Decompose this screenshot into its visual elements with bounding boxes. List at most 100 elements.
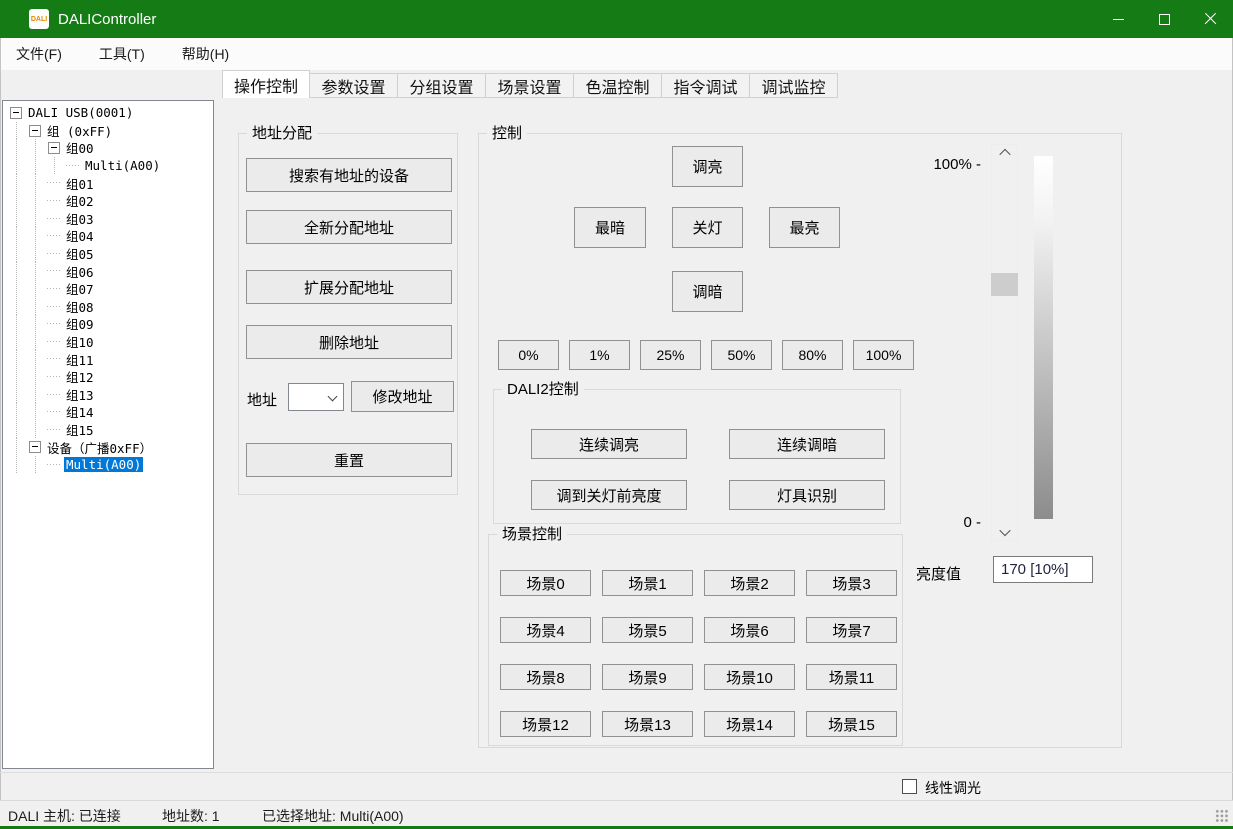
tree-guide-line: [7, 280, 26, 298]
device-tree[interactable]: DALI USB(0001)组 (0xFF)组00Multi(A00)组01组0…: [2, 100, 214, 769]
collapse-icon[interactable]: [45, 139, 64, 157]
tree-item[interactable]: 组03: [7, 210, 213, 228]
tab[interactable]: 指令调试: [662, 73, 750, 98]
address-action-button[interactable]: 删除地址: [246, 325, 452, 359]
tree-guide-line: [26, 262, 45, 280]
percent-button[interactable]: 80%: [782, 340, 843, 370]
scene-button[interactable]: 场景7: [806, 617, 897, 643]
scene-button[interactable]: 场景9: [602, 664, 693, 690]
dim-button[interactable]: 调暗: [672, 271, 743, 312]
scene-button[interactable]: 场景14: [704, 711, 795, 737]
tree-item-label: 组02: [64, 191, 96, 210]
brightness-scrollbar[interactable]: [991, 144, 1018, 541]
tab[interactable]: 操作控制: [222, 70, 310, 98]
tree-item[interactable]: 组06: [7, 262, 213, 280]
dali2-action-button[interactable]: 连续调亮: [531, 429, 687, 459]
tree-guide-line: [26, 368, 45, 386]
tree-connector: [45, 368, 64, 386]
minimize-button[interactable]: [1095, 0, 1141, 38]
tree-item[interactable]: 设备（广播0xFF）: [7, 438, 213, 456]
scene-button[interactable]: 场景11: [806, 664, 897, 690]
tree-item[interactable]: 组10: [7, 333, 213, 351]
scene-button[interactable]: 场景3: [806, 570, 897, 596]
percent-button[interactable]: 1%: [569, 340, 630, 370]
menu-item[interactable]: 工具(T): [86, 39, 158, 69]
tree-item[interactable]: 组15: [7, 421, 213, 439]
scene-button[interactable]: 场景6: [704, 617, 795, 643]
scene-button[interactable]: 场景0: [500, 570, 591, 596]
percent-button[interactable]: 25%: [640, 340, 701, 370]
resize-grip[interactable]: [1215, 809, 1229, 823]
percent-button[interactable]: 0%: [498, 340, 559, 370]
scene-button[interactable]: 场景15: [806, 711, 897, 737]
tree-guide-line: [26, 386, 45, 404]
reset-button[interactable]: 重置: [246, 443, 452, 477]
tree-item[interactable]: 组11: [7, 350, 213, 368]
tree-item[interactable]: 组04: [7, 227, 213, 245]
brighten-button[interactable]: 调亮: [672, 146, 743, 187]
scene-button[interactable]: 场景2: [704, 570, 795, 596]
chevron-down-icon: [999, 525, 1010, 536]
collapse-icon[interactable]: [7, 104, 26, 122]
tree-guide-line: [26, 403, 45, 421]
scene-button[interactable]: 场景12: [500, 711, 591, 737]
scene-button[interactable]: 场景8: [500, 664, 591, 690]
tree-item[interactable]: 组01: [7, 174, 213, 192]
tree-item[interactable]: 组09: [7, 315, 213, 333]
tree-guide-line: [26, 421, 45, 439]
tree-connector: [45, 192, 64, 210]
tree-item[interactable]: 组14: [7, 403, 213, 421]
maximize-button[interactable]: [1141, 0, 1187, 38]
tree-item[interactable]: 组12: [7, 368, 213, 386]
tree-item[interactable]: Multi(A00): [7, 456, 213, 474]
light-off-button[interactable]: 关灯: [672, 207, 743, 248]
menu-item[interactable]: 帮助(H): [169, 39, 242, 69]
scroll-up-button[interactable]: [991, 144, 1018, 162]
address-combobox[interactable]: [288, 383, 344, 411]
scene-button[interactable]: 场景4: [500, 617, 591, 643]
dali2-action-button[interactable]: 连续调暗: [729, 429, 885, 459]
menu-item[interactable]: 文件(F): [3, 39, 75, 69]
scene-button[interactable]: 场景10: [704, 664, 795, 690]
tab[interactable]: 色温控制: [574, 73, 662, 98]
tree-item-label: 组12: [64, 367, 96, 386]
percent-button[interactable]: 50%: [711, 340, 772, 370]
address-action-button[interactable]: 搜索有地址的设备: [246, 158, 452, 192]
scene-button[interactable]: 场景13: [602, 711, 693, 737]
tree-guide-line: [26, 333, 45, 351]
tree-item[interactable]: DALI USB(0001): [7, 104, 213, 122]
dimmest-button[interactable]: 最暗: [574, 207, 646, 248]
scene-button[interactable]: 场景5: [602, 617, 693, 643]
tree-item[interactable]: 组00: [7, 139, 213, 157]
tree-connector: [45, 386, 64, 404]
tree-item-label: 组00: [64, 138, 96, 157]
scrollbar-thumb[interactable]: [991, 273, 1018, 296]
minimize-icon: [1113, 19, 1124, 20]
address-action-button[interactable]: 扩展分配地址: [246, 270, 452, 304]
scene-button[interactable]: 场景1: [602, 570, 693, 596]
collapse-icon[interactable]: [26, 122, 45, 140]
tree-item[interactable]: Multi(A00): [7, 157, 213, 175]
close-button[interactable]: [1187, 0, 1233, 38]
tree-item[interactable]: 组02: [7, 192, 213, 210]
dali2-action-button[interactable]: 灯具识别: [729, 480, 885, 510]
brightest-button[interactable]: 最亮: [769, 207, 840, 248]
tree-item[interactable]: 组05: [7, 245, 213, 263]
tree-connector: [45, 227, 64, 245]
tab[interactable]: 调试监控: [750, 73, 838, 98]
linear-dimming-checkbox[interactable]: [902, 779, 917, 794]
scroll-down-button[interactable]: [991, 523, 1018, 541]
address-action-button[interactable]: 全新分配地址: [246, 210, 452, 244]
tree-item[interactable]: 组 (0xFF): [7, 122, 213, 140]
dali2-action-button[interactable]: 调到关灯前亮度: [531, 480, 687, 510]
tab[interactable]: 参数设置: [310, 73, 398, 98]
tree-item[interactable]: 组08: [7, 298, 213, 316]
tree-item[interactable]: 组13: [7, 386, 213, 404]
brightness-value-field[interactable]: 170 [10%]: [993, 556, 1093, 583]
percent-button[interactable]: 100%: [853, 340, 914, 370]
tree-item[interactable]: 组07: [7, 280, 213, 298]
modify-address-button[interactable]: 修改地址: [351, 381, 454, 412]
tab[interactable]: 分组设置: [398, 73, 486, 98]
tab[interactable]: 场景设置: [486, 73, 574, 98]
collapse-icon[interactable]: [26, 438, 45, 456]
